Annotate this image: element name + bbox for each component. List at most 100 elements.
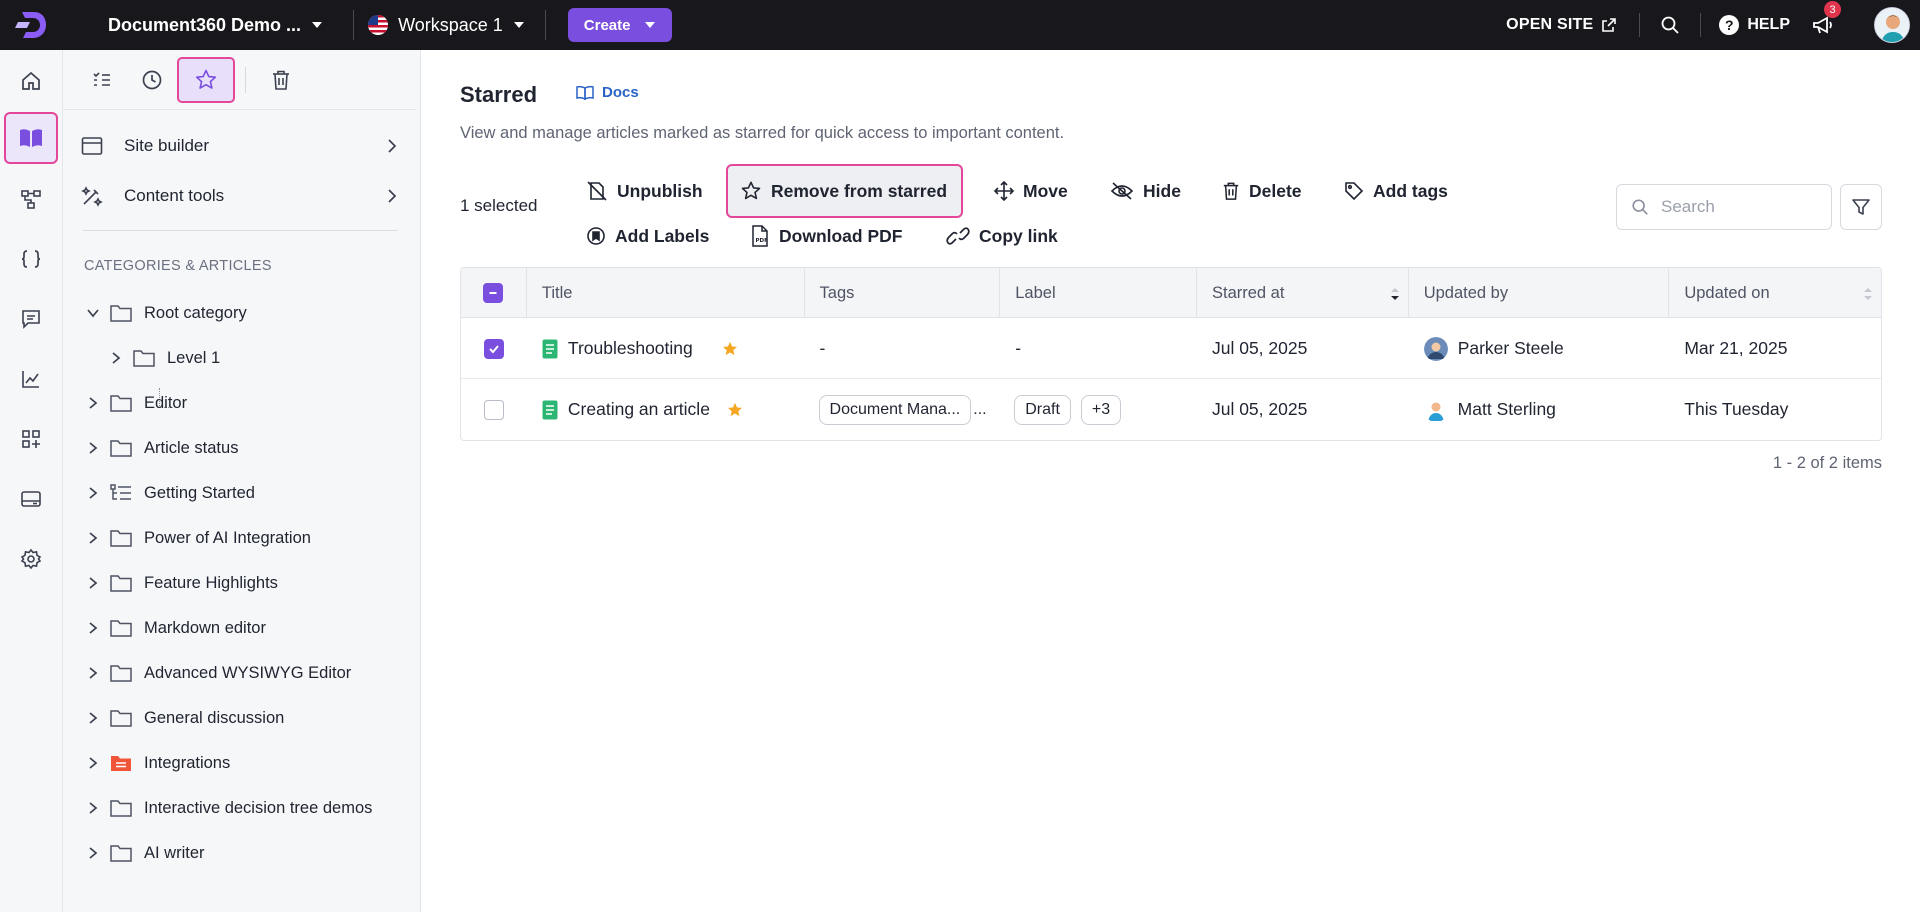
open-site-link[interactable]: OPEN SITE [1506,16,1617,34]
chevron-right-icon[interactable] [83,801,103,815]
user-avatar[interactable] [1874,7,1910,43]
chevron-down-icon[interactable] [83,308,103,318]
trash-icon[interactable] [256,58,306,102]
tree-item-label: General discussion [144,708,285,727]
main-content: Starred Docs View and manage articles ma… [422,50,1920,912]
folder-icon [109,798,135,818]
column-label: Label [1015,283,1056,302]
column-label: Title [541,283,573,302]
settings-icon[interactable] [6,534,56,584]
tree-item-power-of-ai[interactable]: Power of AI Integration [83,523,311,553]
search-input[interactable]: Search [1616,184,1832,230]
chevron-right-icon[interactable] [83,666,103,680]
add-labels-button[interactable]: Add Labels [586,216,709,256]
tree-item-root-category[interactable]: Root category [83,298,247,328]
sort-icon[interactable] [1863,287,1873,301]
help-label: HELP [1747,16,1790,33]
remove-from-starred-button[interactable]: Remove from starred [726,164,964,218]
tree-item-label: Interactive decision tree demos [144,798,373,817]
knowledge-base-icon[interactable] [4,112,58,164]
home-icon[interactable] [6,56,56,106]
api-docs-icon[interactable] [6,234,56,284]
article-title-link[interactable]: Creating an article [568,399,710,420]
row-checkbox[interactable] [483,338,504,359]
search-icon[interactable] [1660,15,1680,35]
tree-item-feature-highlights[interactable]: Feature Highlights [83,568,278,598]
table-row[interactable]: Troubleshooting - - Jul 05, 2025 Parker … [461,318,1881,379]
tree-item-label: Getting Started [144,483,255,502]
magic-tools-icon [81,185,111,207]
create-button[interactable]: Create [567,8,673,42]
project-selector[interactable]: Document360 Demo ... [108,15,323,36]
label-chip[interactable]: Draft [1014,394,1071,425]
chevron-right-icon[interactable] [83,711,103,725]
apps-icon[interactable] [6,414,56,464]
feedback-icon[interactable] [6,294,56,344]
widgets-icon[interactable] [6,474,56,524]
content-tools-link[interactable]: Content tools [81,178,397,214]
copy-link-button[interactable]: Copy link [946,216,1058,256]
chevron-right-icon[interactable] [83,396,103,410]
checklist-icon[interactable] [77,58,127,102]
article-title-link[interactable]: Troubleshooting [568,338,693,359]
row-checkbox[interactable] [483,399,504,420]
add-tags-button[interactable]: Add tags [1344,171,1448,211]
tree-item-editor[interactable]: Editor [83,388,187,418]
sort-desc-icon[interactable] [1390,287,1400,301]
column-header-starred-at[interactable]: Starred at [1197,268,1409,318]
document-icon [542,400,558,420]
tree-item-advanced-wysiwyg[interactable]: Advanced WYSIWYG Editor [83,658,351,688]
unpublish-button[interactable]: Unpublish [586,171,703,211]
tree-item-article-status[interactable]: Article status [83,433,238,463]
divider [353,10,355,40]
select-all-checkbox-cell [461,268,527,318]
starred-icon[interactable] [726,401,744,419]
notification-badge: 3 [1824,1,1841,18]
document360-logo-icon[interactable] [0,0,62,50]
tree-item-general-discussion[interactable]: General discussion [83,703,284,733]
delete-button[interactable]: Delete [1222,171,1302,211]
notifications-button[interactable]: 3 [1812,1,1841,35]
tree-item-markdown-editor[interactable]: Markdown editor [83,613,266,643]
chevron-right-icon[interactable] [83,846,103,860]
filter-button[interactable] [1840,184,1882,230]
tree-item-getting-started[interactable]: Getting Started [83,478,255,508]
workspace-selector[interactable]: Workspace 1 [368,15,525,36]
tree-item-interactive-decision-tree[interactable]: Interactive decision tree demos [83,793,372,823]
site-builder-link[interactable]: Site builder [81,128,397,164]
workflow-icon[interactable] [6,174,56,224]
chevron-right-icon[interactable] [83,486,103,500]
history-icon[interactable] [127,58,177,102]
chevron-right-icon[interactable] [83,441,103,455]
tag-chip[interactable]: Document Mana... [818,394,972,425]
book-icon [576,85,594,100]
tree-item-ai-writer[interactable]: AI writer [83,838,205,868]
caret-down-icon [312,22,323,28]
table-row[interactable]: Creating an article Document Mana... ...… [461,379,1881,440]
star-icon[interactable] [177,56,235,103]
select-all-checkbox[interactable] [483,283,504,303]
chevron-right-icon[interactable] [83,621,103,635]
starred-at-cell: Jul 05, 2025 [1197,379,1409,440]
label-more-chip[interactable]: +3 [1080,394,1122,425]
starred-icon[interactable] [721,340,739,358]
column-header-updated-on[interactable]: Updated on [1669,268,1881,318]
chevron-right-icon[interactable] [83,756,103,770]
help-button[interactable]: ? HELP [1719,15,1790,35]
folder-icon [109,573,135,593]
tree-item-integrations[interactable]: Integrations [83,748,230,778]
chevron-right-icon[interactable] [83,576,103,590]
hide-button[interactable]: Hide [1110,171,1181,211]
column-header-title[interactable]: Title [527,268,805,318]
chevron-right-icon[interactable] [106,351,126,365]
workspace-name: Workspace 1 [398,14,503,35]
tree-item-label: Level 1 [167,348,221,367]
docs-link[interactable]: Docs [576,84,639,101]
download-pdf-button[interactable]: PDF Download PDF [750,216,902,256]
tags-value: - [819,338,826,358]
tree-item-level-1[interactable]: Level 1 [106,343,220,373]
analytics-icon[interactable] [6,354,56,404]
updated-on-cell: Mar 21, 2025 [1669,318,1881,379]
chevron-right-icon[interactable] [83,531,103,545]
move-button[interactable]: Move [994,171,1068,211]
